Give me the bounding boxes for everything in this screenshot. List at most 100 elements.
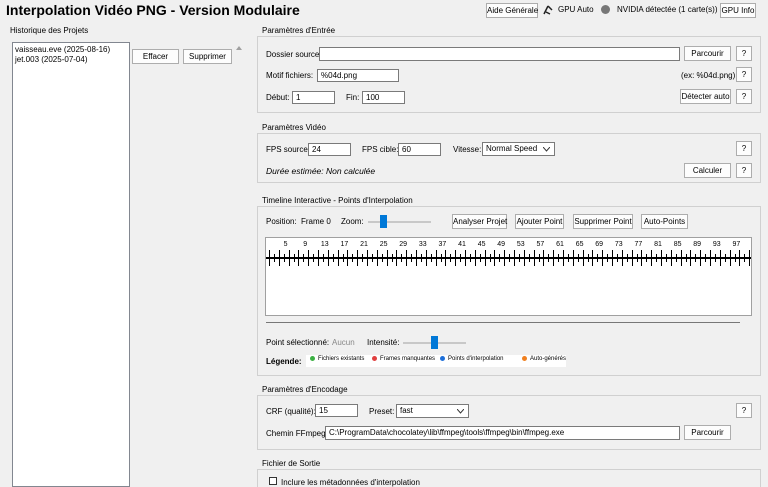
timeline-canvas[interactable]: 5 9 13 17 21 25 29 33 37 41 45 49 53 57 61 65 69 73 77 81 85… <box>265 237 752 316</box>
timeline-tick <box>597 254 599 262</box>
gpu-auto-icon[interactable] <box>542 4 554 18</box>
legend-dot-icon <box>522 356 527 361</box>
encoding-title: Paramètres d'Encodage <box>262 385 348 394</box>
history-scrollbar[interactable] <box>235 42 243 487</box>
timeline-tick <box>283 254 285 262</box>
timeline-tick <box>670 250 672 266</box>
help-button[interactable]: Aide Générale <box>486 3 538 18</box>
auto-points-button[interactable]: Auto-Points <box>641 214 688 229</box>
legend-label: Légende: <box>266 357 302 366</box>
help-video-button[interactable]: ? <box>736 141 752 156</box>
output-title: Fichier de Sortie <box>262 459 321 468</box>
timeline-tick <box>734 254 736 262</box>
timeline-tick <box>509 254 511 262</box>
timeline-tick <box>582 250 584 266</box>
help-duration-button[interactable]: ? <box>736 163 752 178</box>
timeline-tick <box>269 250 270 266</box>
detect-auto-button[interactable]: Détecter auto <box>680 89 731 104</box>
help-encoding-button[interactable]: ? <box>736 403 752 418</box>
preset-select-value: fast <box>400 406 413 415</box>
timeline-tick <box>298 250 300 266</box>
timeline-tick <box>332 254 334 262</box>
timeline-tick <box>724 254 726 262</box>
timeline-tick <box>411 254 413 262</box>
fps-source-label: FPS source: <box>266 145 311 154</box>
end-label: Fin: <box>346 93 360 102</box>
timeline-tick <box>313 254 315 262</box>
timeline-tick-label: 57 <box>536 241 545 248</box>
timeline-tick <box>352 254 354 262</box>
timeline-tick-label: 13 <box>320 241 329 248</box>
browse-ffmpeg-button[interactable]: Parcourir <box>684 425 731 440</box>
clear-history-button[interactable]: Effacer <box>132 49 179 64</box>
timeline-tick <box>563 250 564 266</box>
timeline-tick <box>538 254 540 262</box>
timeline-tick <box>347 250 349 266</box>
timeline-tick-label: 69 <box>595 241 604 248</box>
list-item[interactable]: jet.003 (2025-07-04) <box>15 55 88 64</box>
timeline-tick <box>391 254 393 262</box>
timeline-tick <box>744 254 746 262</box>
pattern-input[interactable]: %04d.png <box>317 69 399 82</box>
history-list[interactable]: vaisseau.eve (2025-08-16) jet.003 (2025-… <box>12 42 130 487</box>
timeline-tick <box>416 250 417 266</box>
source-folder-input[interactable] <box>319 47 680 61</box>
remove-point-button[interactable]: Supprimer Point <box>573 214 633 229</box>
speed-select[interactable]: Normal Speed <box>482 142 555 156</box>
intensity-slider-thumb[interactable] <box>431 336 438 349</box>
list-item[interactable]: vaisseau.eve (2025-08-16) <box>15 45 110 54</box>
timeline-hscrollbar[interactable] <box>266 322 740 323</box>
delete-project-button[interactable]: Supprimer <box>183 49 232 64</box>
preset-select[interactable]: fast <box>396 404 469 418</box>
zoom-slider-thumb[interactable] <box>380 215 388 228</box>
timeline-tick-label: 93 <box>712 241 721 248</box>
intensity-label: Intensité: <box>367 338 400 347</box>
start-input[interactable]: 1 <box>292 91 335 104</box>
timeline-tick <box>450 254 452 262</box>
timeline-tick <box>278 250 280 266</box>
timeline-tick <box>376 250 378 266</box>
gpu-auto-label: GPU Auto <box>558 5 594 14</box>
timeline-tick-label: 89 <box>693 241 702 248</box>
end-input[interactable]: 100 <box>362 91 405 104</box>
zoom-label: Zoom: <box>341 217 364 226</box>
timeline-tick <box>523 250 525 266</box>
help-range-button[interactable]: ? <box>736 89 752 104</box>
ffmpeg-path-input[interactable]: C:\ProgramData\chocolatey\lib\ffmpeg\too… <box>325 426 680 440</box>
timeline-tick <box>719 250 721 266</box>
timeline-tick <box>548 254 550 262</box>
timeline-tick <box>729 250 731 266</box>
add-point-button[interactable]: Ajouter Point <box>515 214 564 229</box>
position-label: Position: <box>266 217 297 226</box>
nvidia-status-icon <box>601 5 610 14</box>
timeline-tick-label: 97 <box>732 241 741 248</box>
ffmpeg-path-label: Chemin FFmpeg: <box>266 429 328 438</box>
timeline-tick <box>553 250 555 266</box>
gpu-info-button[interactable]: GPU Info <box>720 3 756 18</box>
help-pattern-button[interactable]: ? <box>736 67 752 82</box>
timeline-tick <box>430 254 432 262</box>
timeline-tick-label: 37 <box>438 241 447 248</box>
crf-label: CRF (qualité): <box>266 407 316 416</box>
timeline-tick <box>440 254 442 262</box>
timeline-tick-label: 73 <box>614 241 623 248</box>
legend: Fichiers existants Frames manquantes Poi… <box>306 355 566 367</box>
timeline-tick <box>401 254 403 262</box>
selected-point-value: Aucun <box>332 338 355 347</box>
crf-input[interactable]: 15 <box>315 404 358 417</box>
calculate-button[interactable]: Calculer <box>684 163 731 178</box>
position-value: Frame 0 <box>301 217 331 226</box>
preset-label: Preset: <box>369 407 395 416</box>
zoom-slider-track[interactable] <box>368 221 431 223</box>
help-source-button[interactable]: ? <box>736 46 752 61</box>
timeline-tick-label: 1 <box>746 241 751 248</box>
timeline-tick <box>386 250 388 266</box>
metadata-checkbox[interactable] <box>269 477 277 485</box>
legend-dot-icon <box>372 356 377 361</box>
timeline-tick-label: 5 <box>283 241 288 248</box>
browse-source-button[interactable]: Parcourir <box>684 46 731 61</box>
analyze-project-button[interactable]: Analyser Projet <box>452 214 507 229</box>
fps-source-input[interactable]: 24 <box>308 143 351 156</box>
timeline-tick-label: 77 <box>634 241 643 248</box>
fps-target-input[interactable]: 60 <box>398 143 441 156</box>
